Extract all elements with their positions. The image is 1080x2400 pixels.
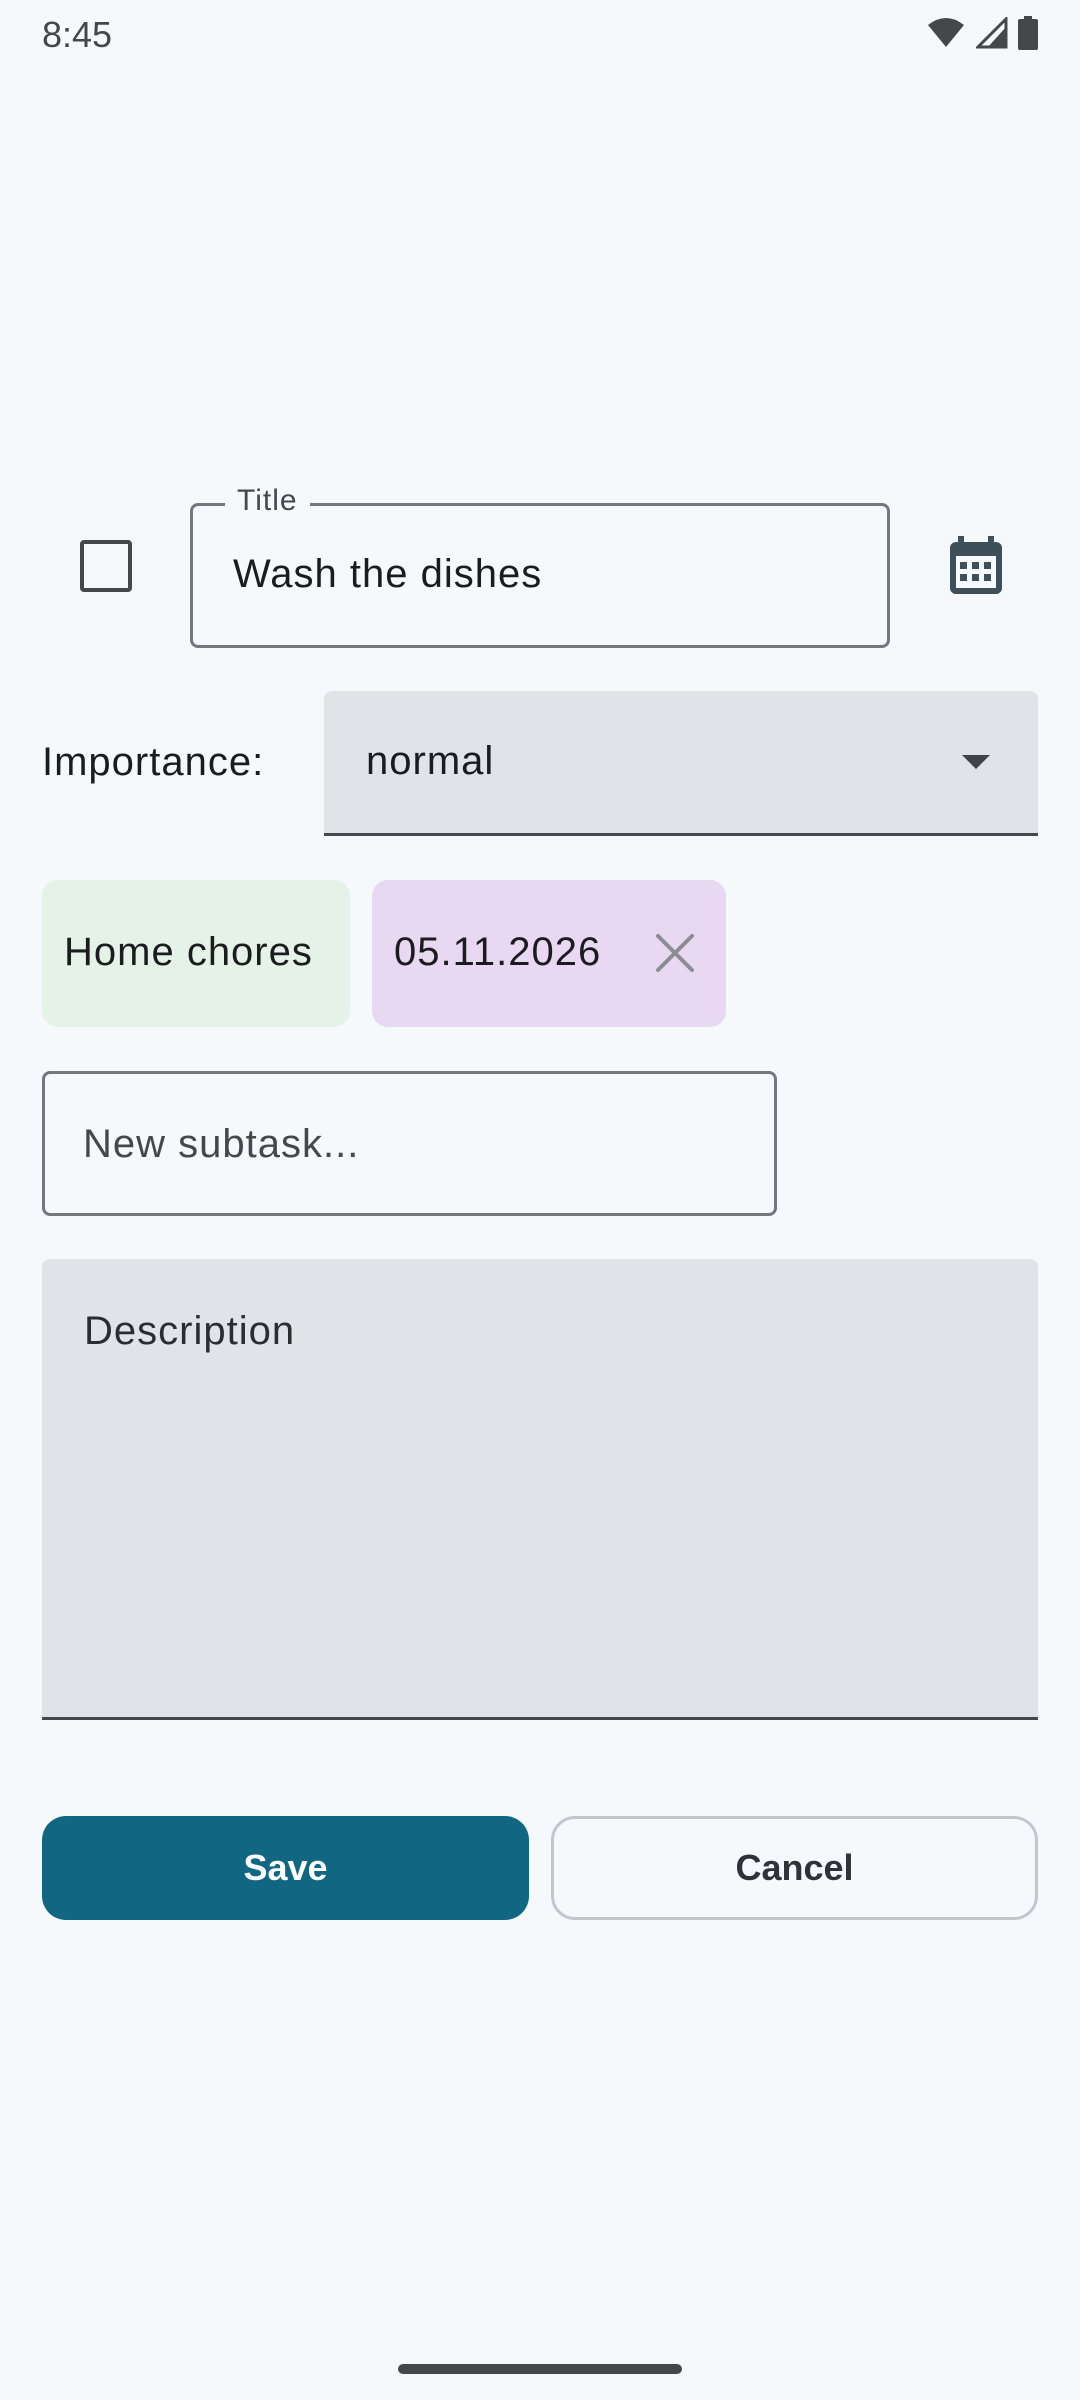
status-time: 8:45 xyxy=(42,14,113,55)
status-bar: 8:45 xyxy=(0,0,1080,72)
importance-selected-value: normal xyxy=(366,739,495,783)
category-chip-label: Home chores xyxy=(64,930,313,974)
wifi-icon xyxy=(928,18,964,47)
task-completed-checkbox[interactable] xyxy=(80,540,132,592)
calendar-button[interactable] xyxy=(948,536,1004,596)
title-field-label: Title xyxy=(225,484,310,518)
importance-label: Importance: xyxy=(42,740,265,784)
battery-icon xyxy=(1018,16,1038,50)
dropdown-arrow-icon xyxy=(962,755,990,769)
subtask-field[interactable] xyxy=(42,1071,777,1216)
description-input[interactable] xyxy=(84,1309,984,1689)
due-date-chip-label: 05.11.2026 xyxy=(394,930,602,974)
remove-date-button[interactable] xyxy=(654,932,696,974)
cell-signal-icon xyxy=(976,17,1008,49)
subtask-input[interactable] xyxy=(83,1104,723,1184)
status-icons xyxy=(926,16,1038,50)
importance-dropdown[interactable]: normal xyxy=(324,691,1038,836)
calendar-icon xyxy=(950,536,1002,594)
save-button[interactable]: Save xyxy=(42,1816,529,1920)
due-date-chip[interactable]: 05.11.2026 xyxy=(372,880,726,1027)
cancel-button[interactable]: Cancel xyxy=(551,1816,1038,1920)
home-indicator[interactable] xyxy=(398,2364,682,2374)
title-field-value: Wash the dishes xyxy=(233,552,543,596)
category-chip[interactable]: Home chores xyxy=(42,880,350,1027)
close-icon xyxy=(656,934,694,972)
title-field[interactable]: Title Wash the dishes xyxy=(190,484,890,648)
description-field[interactable] xyxy=(42,1259,1038,1720)
